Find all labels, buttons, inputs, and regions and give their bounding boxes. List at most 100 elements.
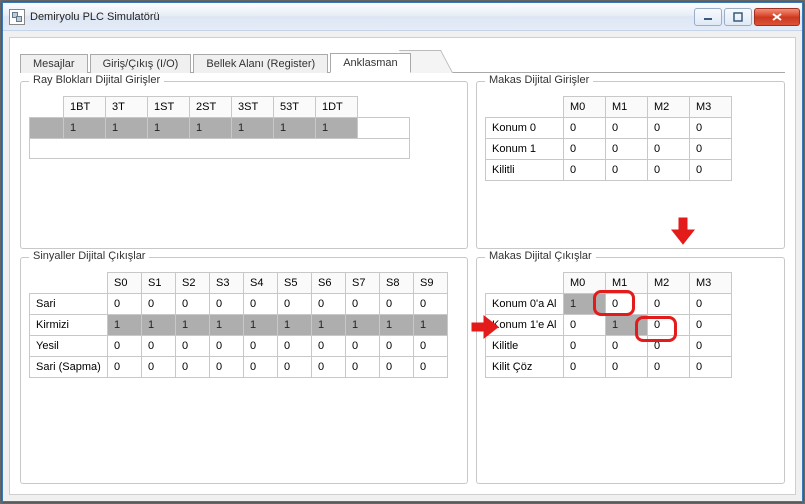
cell[interactable]: 1: [64, 118, 106, 139]
cell[interactable]: 1: [564, 294, 606, 315]
cell[interactable]: 0: [312, 336, 346, 357]
cell[interactable]: 0: [176, 357, 210, 378]
cell[interactable]: 1: [148, 118, 190, 139]
cell[interactable]: 0: [648, 357, 690, 378]
close-button[interactable]: [754, 8, 800, 26]
cell[interactable]: 1: [312, 315, 346, 336]
panel-title: Makas Dijital Çıkışlar: [485, 250, 596, 262]
cell[interactable]: 0: [142, 336, 176, 357]
table-header-row: M0 M1 M2 M3: [486, 97, 732, 118]
tab-anklasman[interactable]: Anklasman: [330, 53, 410, 73]
col-header: M2: [648, 97, 690, 118]
cell[interactable]: 0: [244, 294, 278, 315]
cell[interactable]: 0: [648, 294, 690, 315]
tab-strip: Mesajlar Giriş/Çıkış (I/O) Bellek Alanı …: [20, 48, 785, 72]
cell[interactable]: 0: [346, 357, 380, 378]
cell[interactable]: 0: [690, 160, 732, 181]
cell[interactable]: 0: [244, 336, 278, 357]
cell[interactable]: 0: [176, 336, 210, 357]
cell[interactable]: 0: [690, 315, 732, 336]
cell[interactable]: 0: [606, 118, 648, 139]
cell[interactable]: 1: [108, 315, 142, 336]
cell[interactable]: 0: [564, 315, 606, 336]
row-header: Yesil: [30, 336, 108, 357]
arrow-right-icon: [470, 312, 500, 342]
cell[interactable]: 0: [312, 294, 346, 315]
cell[interactable]: 1: [232, 118, 274, 139]
cell[interactable]: 0: [648, 139, 690, 160]
cell[interactable]: 0: [606, 357, 648, 378]
cell[interactable]: 1: [106, 118, 148, 139]
cell[interactable]: 0: [606, 160, 648, 181]
cell[interactable]: 0: [380, 336, 414, 357]
app-icon: [9, 9, 25, 25]
cell[interactable]: 0: [564, 336, 606, 357]
cell[interactable]: 1: [210, 315, 244, 336]
cell[interactable]: 1: [414, 315, 448, 336]
cell[interactable]: 1: [190, 118, 232, 139]
row-header: Kilit Çöz: [486, 357, 564, 378]
cell[interactable]: 0: [564, 160, 606, 181]
cell[interactable]: 0: [380, 357, 414, 378]
cell[interactable]: 0: [346, 336, 380, 357]
cell[interactable]: 0: [244, 357, 278, 378]
cell[interactable]: 0: [414, 294, 448, 315]
cell[interactable]: 0: [414, 357, 448, 378]
cell[interactable]: 1: [316, 118, 358, 139]
cell[interactable]: 0: [380, 294, 414, 315]
tab-io[interactable]: Giriş/Çıkış (I/O): [90, 54, 192, 73]
col-header: 3ST: [232, 97, 274, 118]
cell[interactable]: 1: [380, 315, 414, 336]
cell[interactable]: 0: [278, 357, 312, 378]
cell[interactable]: [30, 118, 64, 139]
cell[interactable]: 0: [108, 357, 142, 378]
cell[interactable]: 0: [176, 294, 210, 315]
close-icon: [771, 12, 783, 22]
cell[interactable]: 0: [346, 294, 380, 315]
cell[interactable]: 0: [606, 139, 648, 160]
table-header-row: 1BT 3T 1ST 2ST 3ST 53T 1DT: [30, 97, 410, 118]
col-header: M3: [690, 273, 732, 294]
cell[interactable]: 0: [210, 294, 244, 315]
cell[interactable]: 0: [108, 336, 142, 357]
cell[interactable]: 0: [142, 357, 176, 378]
cell[interactable]: 0: [690, 294, 732, 315]
cell[interactable]: 1: [278, 315, 312, 336]
cell[interactable]: 0: [690, 336, 732, 357]
tab-register[interactable]: Bellek Alanı (Register): [193, 54, 328, 73]
cell[interactable]: 0: [648, 118, 690, 139]
cell[interactable]: 0: [210, 336, 244, 357]
col-header: 3T: [106, 97, 148, 118]
cell[interactable]: 0: [564, 118, 606, 139]
cell[interactable]: 0: [312, 357, 346, 378]
table-row: Kilit Çöz 0 0 0 0: [486, 357, 732, 378]
cell[interactable]: 1: [244, 315, 278, 336]
cell[interactable]: 0: [278, 294, 312, 315]
minimize-button[interactable]: [694, 8, 722, 26]
col-header: 1BT: [64, 97, 106, 118]
maximize-button[interactable]: [724, 8, 752, 26]
cell[interactable]: 0: [278, 336, 312, 357]
cell[interactable]: 1: [142, 315, 176, 336]
cell[interactable]: 0: [690, 357, 732, 378]
cell[interactable]: 0: [210, 357, 244, 378]
tab-mesajlar[interactable]: Mesajlar: [20, 54, 88, 73]
cell[interactable]: 0: [648, 315, 690, 336]
titlebar: Demiryolu PLC Simulatörü: [3, 3, 802, 31]
cell[interactable]: 0: [142, 294, 176, 315]
cell[interactable]: 0: [690, 118, 732, 139]
cell[interactable]: 0: [564, 139, 606, 160]
cell[interactable]: 0: [606, 294, 648, 315]
col-header: S6: [312, 273, 346, 294]
cell[interactable]: 0: [414, 336, 448, 357]
cell[interactable]: 1: [606, 315, 648, 336]
cell[interactable]: 1: [176, 315, 210, 336]
cell[interactable]: 1: [346, 315, 380, 336]
cell[interactable]: 0: [690, 139, 732, 160]
cell[interactable]: 0: [648, 336, 690, 357]
cell[interactable]: 1: [274, 118, 316, 139]
cell[interactable]: 0: [648, 160, 690, 181]
cell[interactable]: 0: [108, 294, 142, 315]
cell[interactable]: 0: [564, 357, 606, 378]
cell[interactable]: 0: [606, 336, 648, 357]
